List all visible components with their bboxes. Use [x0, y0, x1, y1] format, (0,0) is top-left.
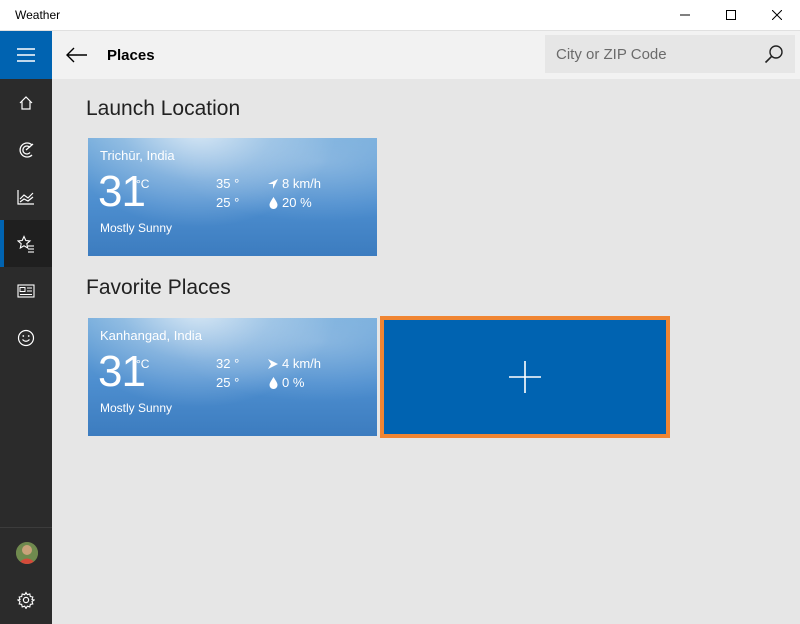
tile-precipitation: 0 % — [282, 375, 305, 390]
favorite-places-heading: Favorite Places — [86, 276, 231, 299]
page-title: Places — [107, 47, 155, 64]
tile-wind: 8 km/h — [282, 176, 322, 191]
tile-high: 35 ° — [216, 176, 240, 191]
sidebar — [0, 31, 52, 624]
gear-icon — [17, 590, 35, 609]
tile-temperature-unit: °C — [136, 357, 150, 371]
home-icon — [19, 95, 33, 110]
back-arrow-icon — [66, 47, 87, 63]
precipitation-drop-icon — [269, 197, 278, 209]
hamburger-icon — [17, 48, 35, 62]
news-icon — [17, 283, 35, 298]
tile-temperature-unit: °C — [136, 177, 150, 191]
wind-direction-icon — [268, 359, 278, 369]
plus-icon — [509, 361, 541, 393]
nav-settings[interactable] — [0, 576, 52, 623]
tile-low: 25 ° — [216, 375, 240, 390]
nav-forecast[interactable] — [0, 126, 52, 173]
maximize-icon — [726, 10, 736, 20]
add-favorite-button[interactable] — [380, 316, 670, 438]
title-bar: Weather — [0, 0, 800, 31]
search-button[interactable] — [761, 41, 787, 67]
nav-places[interactable] — [0, 220, 52, 267]
page-header: Places — [52, 31, 800, 79]
tile-wind: 4 km/h — [282, 356, 322, 371]
search-input[interactable] — [545, 35, 750, 73]
launch-location-tile[interactable]: Trichūr, India 31 °C 35 ° 25 ° 8 km/h 20… — [88, 138, 377, 256]
tile-location: Kanhangad, India — [100, 328, 202, 343]
tile-location: Trichūr, India — [100, 148, 175, 163]
tile-low: 25 ° — [216, 195, 240, 210]
tile-condition: Mostly Sunny — [100, 401, 173, 415]
nav-home[interactable] — [0, 79, 52, 126]
minimize-button[interactable] — [662, 0, 708, 30]
nav-feedback[interactable] — [0, 314, 52, 361]
nav-news[interactable] — [0, 267, 52, 314]
tile-condition: Mostly Sunny — [100, 221, 173, 235]
sidebar-divider — [0, 527, 52, 528]
minimize-icon — [680, 14, 690, 16]
search-icon — [764, 45, 783, 64]
places-star-icon — [17, 234, 34, 253]
user-avatar-icon — [16, 542, 38, 564]
search-box — [545, 35, 795, 73]
feedback-smiley-icon — [17, 329, 35, 346]
historical-chart-icon — [17, 189, 34, 205]
launch-location-heading: Launch Location — [86, 97, 241, 120]
close-icon — [772, 10, 782, 20]
favorite-place-tile[interactable]: Kanhangad, India 31 °C 32 ° 25 ° 4 km/h … — [88, 318, 377, 436]
hamburger-menu-button[interactable] — [0, 31, 52, 79]
avatar[interactable] — [16, 542, 38, 564]
back-button[interactable] — [62, 40, 92, 70]
forecast-icon — [19, 141, 34, 158]
wind-direction-icon — [268, 179, 278, 189]
tile-precipitation: 20 % — [282, 195, 312, 210]
close-button[interactable] — [754, 0, 800, 30]
tile-high: 32 ° — [216, 356, 240, 371]
precipitation-drop-icon — [269, 377, 278, 389]
nav-historical[interactable] — [0, 173, 52, 220]
app-title: Weather — [15, 8, 61, 22]
maximize-button[interactable] — [708, 0, 754, 30]
